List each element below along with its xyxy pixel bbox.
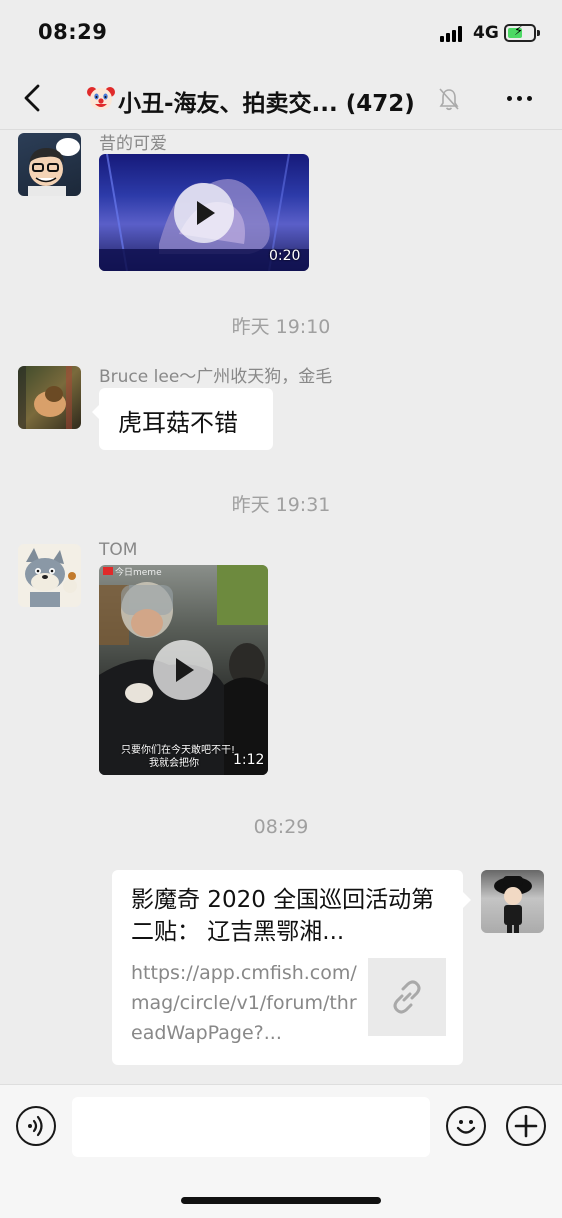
- clown-face-icon: [87, 87, 115, 110]
- chat-header: 小丑-海友、拍卖交... (472): [0, 68, 562, 130]
- chevron-left-icon: [24, 84, 40, 112]
- message-input[interactable]: [72, 1097, 430, 1157]
- message-text: 虎耳菇不错: [118, 409, 238, 437]
- voice-icon: [28, 1115, 43, 1137]
- emoji-button[interactable]: [446, 1106, 486, 1146]
- avatar[interactable]: [18, 133, 81, 196]
- sender-name: Bruce lee～广州收天狗，金毛: [99, 367, 333, 387]
- avatar[interactable]: [18, 544, 81, 607]
- network-type: 4G: [473, 23, 499, 43]
- video-subtitle: 我就会把你: [149, 758, 199, 769]
- timestamp: 08:29: [253, 816, 309, 838]
- play-button[interactable]: [174, 183, 234, 243]
- chat-title: 小丑-海友、拍卖交... (472): [118, 91, 415, 117]
- link-title: 影魔奇 2020 全国巡回活动第二贴： 辽吉黑鄂湘...: [131, 887, 435, 945]
- play-icon: [197, 201, 215, 225]
- voice-input-button[interactable]: [16, 1106, 56, 1146]
- timestamp: 昨天 19:10: [231, 316, 331, 338]
- avatar-cartoon-man: [28, 138, 80, 196]
- status-bar: 08:29 4G ⚡: [0, 0, 562, 68]
- link-message-card[interactable]: 影魔奇 2020 全国巡回活动第二贴： 辽吉黑鄂湘... https://app…: [112, 870, 471, 1065]
- status-time: 08:29: [38, 20, 108, 44]
- link-url: https://app.cmfish.com/mag/circle/v1/for…: [131, 962, 357, 1044]
- back-button[interactable]: [14, 78, 54, 118]
- more-options-button[interactable]: [500, 83, 540, 113]
- play-icon: [176, 658, 194, 682]
- sender-name: 昔的可爱: [99, 134, 167, 154]
- sender-name: TOM: [99, 540, 138, 560]
- link-icon: [393, 980, 421, 1014]
- video-watermark: 今日meme: [115, 568, 162, 578]
- signal-strength-icon: [440, 26, 466, 42]
- avatar-photo-hand: [18, 366, 72, 429]
- battery-icon: ⚡: [504, 24, 536, 42]
- plus-icon: [514, 1114, 538, 1138]
- video-message[interactable]: 0:20: [99, 154, 309, 271]
- timestamp: 昨天 19:31: [231, 494, 331, 516]
- video-duration: 0:20: [269, 248, 301, 264]
- avatar-chibi-character: [481, 870, 544, 933]
- more-actions-button[interactable]: [506, 1106, 546, 1146]
- avatar[interactable]: [18, 366, 81, 429]
- play-button[interactable]: [153, 640, 213, 700]
- muted-bell-icon: [439, 88, 459, 111]
- home-indicator[interactable]: [181, 1197, 381, 1204]
- emoji-smile-icon: [456, 1120, 476, 1134]
- video-duration: 1:12: [233, 752, 265, 768]
- link-thumbnail: [368, 958, 446, 1036]
- avatar-tom-cat: [25, 548, 77, 607]
- video-message[interactable]: 今日meme 只要你们在今天敢吧不干! 我就会把你 1:12: [99, 565, 268, 775]
- text-message-bubble[interactable]: 虎耳菇不错: [92, 388, 273, 450]
- avatar[interactable]: [481, 870, 544, 933]
